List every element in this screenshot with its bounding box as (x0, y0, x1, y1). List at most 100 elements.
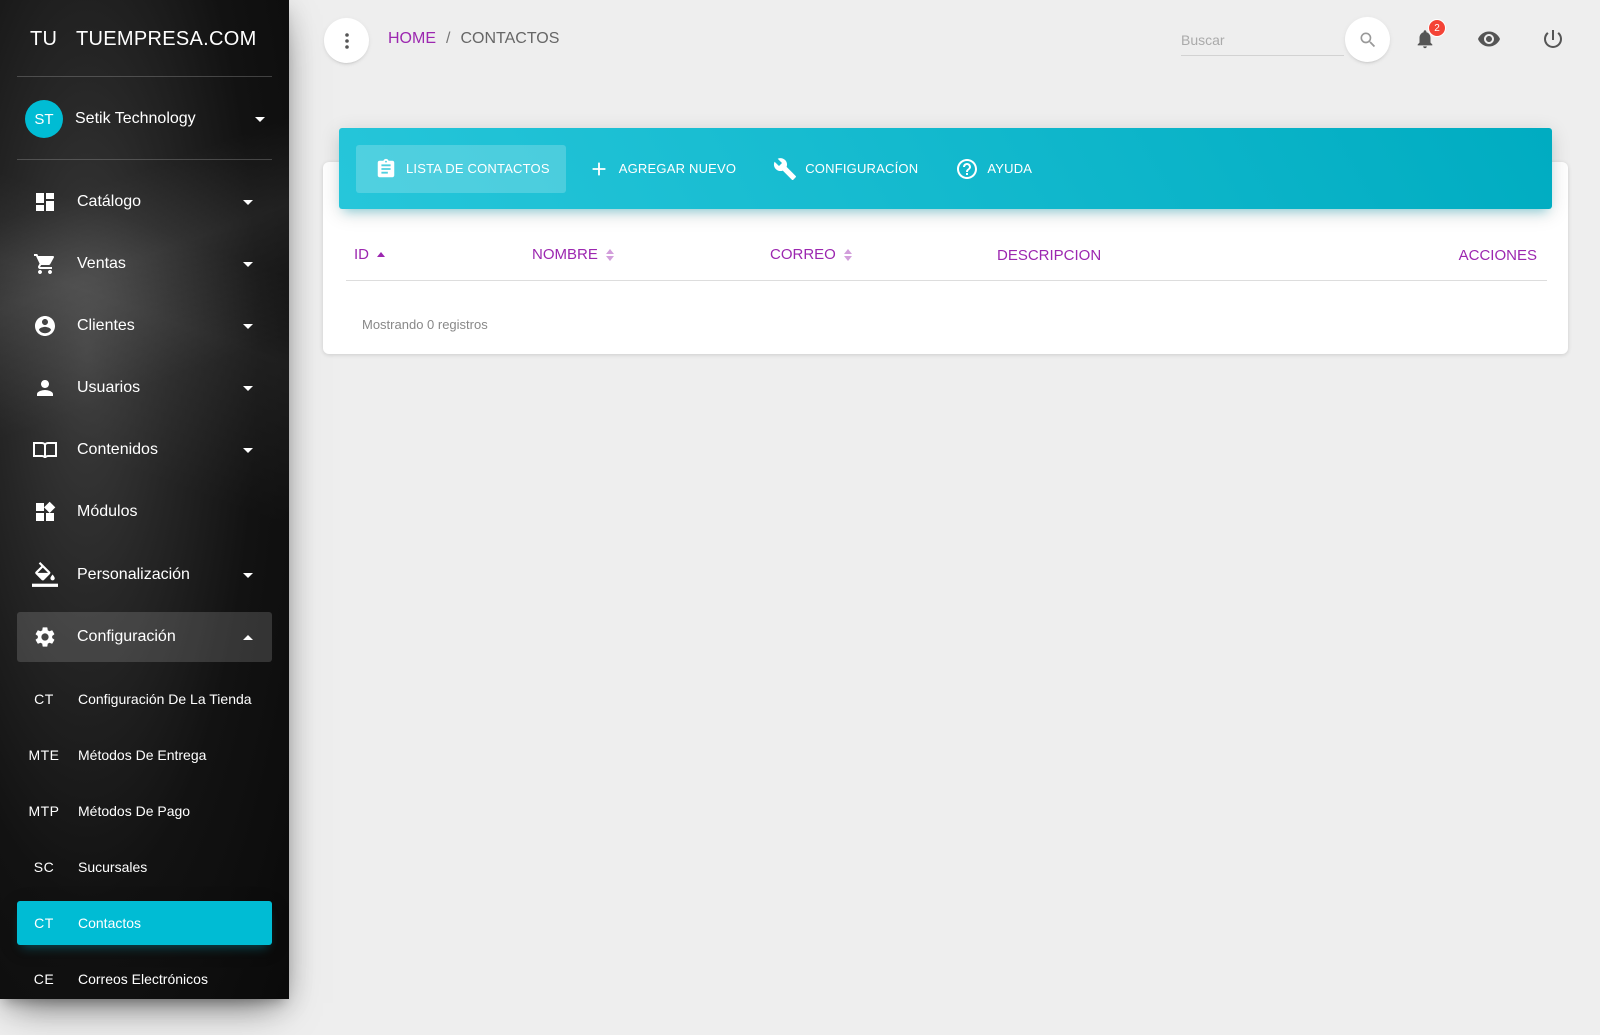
sidebar-subitem-label: Correos Electrónicos (78, 971, 208, 987)
sidebar-divider (17, 159, 272, 160)
sidebar-item-label: Catálogo (77, 193, 142, 210)
dashboard-icon (32, 189, 58, 215)
card-tabs: LISTA DE CONTACTOS AGREGAR NUEVO CONFIGU… (339, 128, 1552, 209)
sidebar-subitem-contactos[interactable]: CT Contactos (17, 901, 272, 945)
user-name: Setik Technology (75, 110, 196, 127)
chevron-down-icon (243, 199, 253, 205)
column-header-label: ID (354, 246, 369, 263)
sidebar-item-label: Usuarios (77, 379, 141, 396)
wrench-icon (773, 157, 797, 181)
sidebar-item-modulos[interactable]: Módulos (17, 487, 272, 537)
sidebar-subitem-metodos-entrega[interactable]: MTE Métodos De Entrega (17, 733, 272, 777)
paint-bucket-icon (32, 562, 58, 588)
chevron-down-icon (243, 447, 253, 453)
sidebar-subitem-label: Métodos De Pago (78, 803, 191, 819)
sidebar-subitem-label: Configuración De La Tienda (78, 691, 252, 707)
column-header-label: CORREO (770, 246, 836, 263)
sidebar-item-label: Personalización (77, 566, 190, 583)
tab-agregar-nuevo[interactable]: AGREGAR NUEVO (569, 145, 752, 193)
column-header-acciones: ACCIONES (1459, 247, 1537, 264)
chevron-down-icon (243, 572, 253, 578)
sidebar-subitem-correos[interactable]: CE Correos Electrónicos (17, 957, 272, 999)
sidebar-item-label: Ventas (77, 255, 126, 272)
sidebar-item-configuracion[interactable]: Configuración (17, 612, 272, 662)
sidebar-item-personalizacion[interactable]: Personalización (17, 550, 272, 600)
menu-toggle-button[interactable] (324, 18, 369, 63)
sidebar-item-clientes[interactable]: Clientes (17, 301, 272, 351)
sidebar-subitem-configuracion-tienda[interactable]: CT Configuración De La Tienda (17, 677, 272, 721)
person-icon (32, 375, 58, 401)
more-vertical-icon (344, 32, 349, 49)
preview-button[interactable] (1472, 22, 1506, 56)
user-menu[interactable]: ST Setik Technology (25, 100, 265, 138)
sidebar-item-label: Módulos (77, 503, 138, 520)
sidebar-item-label: Clientes (77, 317, 135, 334)
tab-lista-contactos[interactable]: LISTA DE CONTACTOS (356, 144, 566, 193)
search-input[interactable] (1181, 24, 1344, 56)
sort-asc-icon (377, 252, 385, 257)
sidebar-subitem-abbr: CT (34, 691, 54, 707)
cart-icon (32, 251, 58, 277)
records-count: Mostrando 0 registros (362, 317, 488, 332)
search-button[interactable] (1345, 17, 1390, 62)
sidebar-subitem-abbr: MTP (28, 803, 60, 819)
sidebar-subitem-abbr: SC (33, 859, 55, 875)
sidebar-item-catalogo[interactable]: Catálogo (17, 177, 272, 227)
plus-icon (587, 157, 611, 181)
notification-badge: 2 (1428, 19, 1446, 37)
chevron-down-icon (243, 323, 253, 329)
power-icon (1544, 30, 1562, 48)
avatar: ST (25, 100, 63, 138)
sort-icon (605, 248, 614, 261)
column-header-label: DESCRIPCION (997, 247, 1102, 264)
breadcrumb-separator: / (446, 30, 451, 47)
sidebar-subitem-abbr: CE (33, 971, 55, 987)
tab-label: LISTA DE CONTACTOS (406, 161, 550, 176)
chevron-down-icon (243, 261, 253, 267)
sidebar-item-contenidos[interactable]: Contenidos (17, 425, 272, 475)
chevron-down-icon (243, 385, 253, 391)
tab-label: AGREGAR NUEVO (618, 161, 737, 176)
column-header-correo[interactable]: CORREO (770, 246, 852, 263)
brand-name: TUEMPRESA.COM (76, 27, 257, 50)
sidebar-item-ventas[interactable]: Ventas (17, 239, 272, 289)
account-circle-icon (32, 313, 58, 339)
book-icon (32, 437, 58, 463)
sidebar-subitem-abbr: MTE (28, 747, 60, 763)
brand-mini: TU (30, 27, 58, 50)
clipboard-icon (374, 157, 398, 181)
sidebar-subitem-sucursales[interactable]: SC Sucursales (17, 845, 272, 889)
sidebar-subitem-label: Métodos De Entrega (78, 747, 207, 763)
brand-logo[interactable]: TU TUEMPRESA.COM (30, 24, 257, 54)
column-header-label: NOMBRE (532, 246, 598, 263)
search-icon (1360, 32, 1375, 47)
tab-ayuda[interactable]: AYUDA (937, 145, 1048, 193)
column-header-id[interactable]: ID (354, 246, 385, 263)
logout-button[interactable] (1536, 22, 1570, 56)
sidebar-item-usuarios[interactable]: Usuarios (17, 363, 272, 413)
sidebar-item-label: Contenidos (77, 441, 158, 458)
tab-label: CONFIGURACÍON (805, 161, 919, 176)
help-circle-icon (955, 157, 979, 181)
tab-label: AYUDA (987, 161, 1033, 176)
column-header-descripcion: DESCRIPCION (997, 247, 1101, 264)
eye-icon (1478, 31, 1500, 47)
tab-configuracion[interactable]: CONFIGURACÍON (755, 145, 934, 193)
widgets-icon (32, 499, 58, 525)
chevron-up-icon (243, 634, 253, 640)
column-header-label: ACCIONES (1458, 247, 1537, 264)
sidebar-subitem-label: Contactos (78, 915, 142, 931)
sidebar-subitem-abbr: CT (34, 915, 54, 931)
gear-icon (32, 624, 58, 650)
sort-icon (843, 248, 852, 261)
breadcrumb-current: CONTACTOS (460, 30, 560, 47)
table-header: ID NOMBRE CORREO DESCRIPCION ACCIONES (346, 236, 1547, 281)
sidebar-divider (17, 76, 272, 77)
column-header-nombre[interactable]: NOMBRE (532, 246, 614, 263)
sidebar-subitem-metodos-pago[interactable]: MTP Métodos De Pago (17, 789, 272, 833)
sidebar-item-label: Configuración (77, 628, 176, 645)
sidebar-subitem-label: Sucursales (78, 859, 148, 875)
breadcrumb-home-link[interactable]: HOME (388, 30, 436, 48)
notifications-button[interactable]: 2 (1408, 19, 1446, 56)
breadcrumb: HOME / CONTACTOS (388, 30, 559, 48)
